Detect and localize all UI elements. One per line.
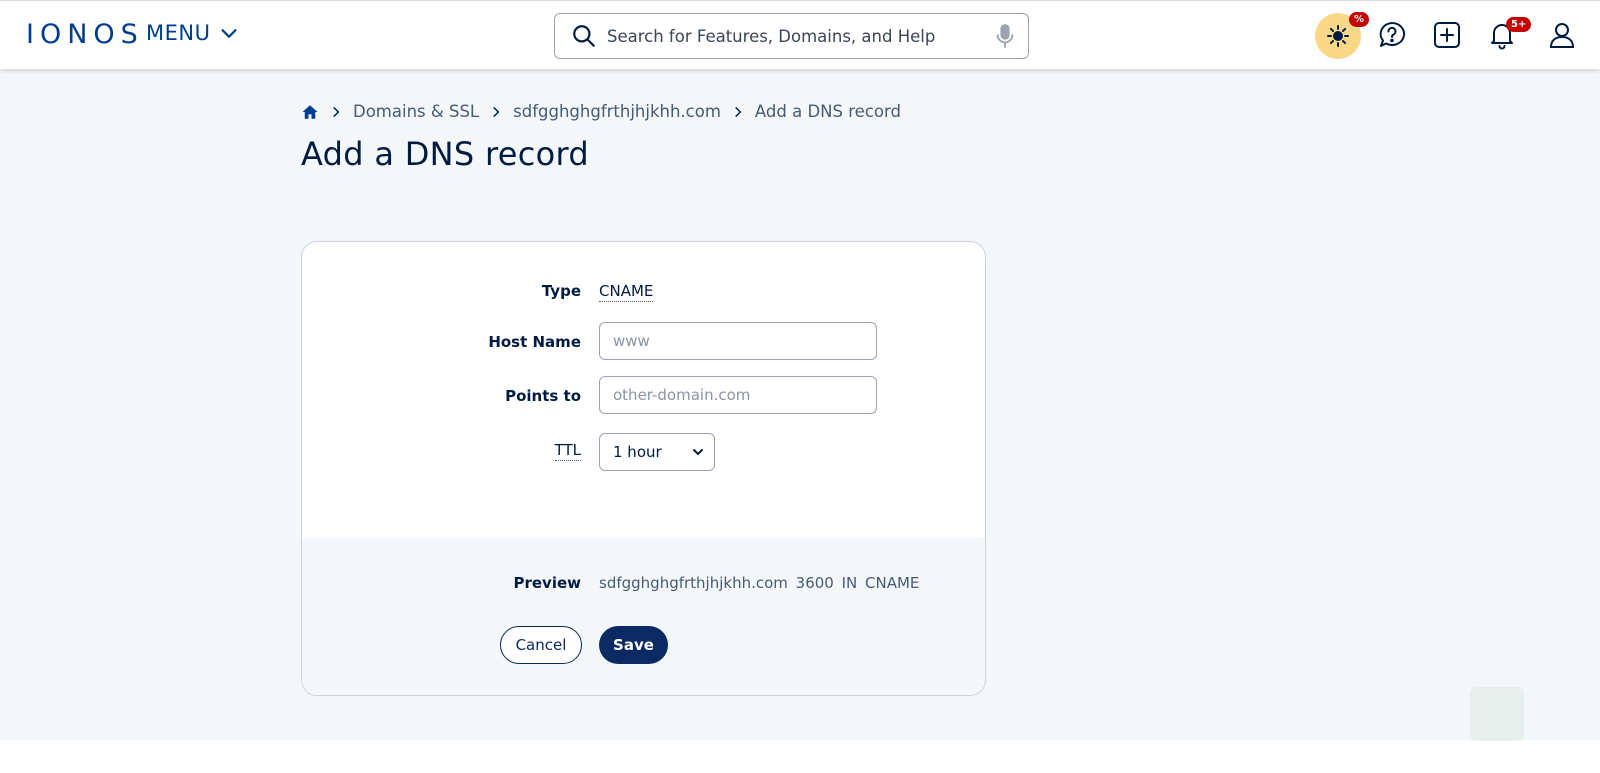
breadcrumb: Domains & SSL sdfgghghgfrthjhjkhh.com Ad… [301,102,901,121]
microphone-icon[interactable] [994,23,1016,49]
notifications-button[interactable]: 5+ [1482,15,1532,55]
preview-value: sdfgghghgfrthjhjkhh.com 3600 IN CNAME [599,574,920,592]
host-name-label: Host Name [488,333,581,351]
promotions-button[interactable]: % [1315,12,1370,59]
ttl-select[interactable]: 1 hour [599,433,715,471]
add-button[interactable] [1427,15,1467,55]
chevron-down-icon [221,29,238,38]
host-name-input[interactable] [599,322,877,360]
breadcrumb-current: Add a DNS record [754,102,901,121]
user-icon [1549,23,1575,48]
type-label: Type [541,282,581,300]
menu-label: MENU [146,21,211,45]
chevron-right-icon [333,106,340,117]
sun-icon [1327,25,1349,47]
home-icon[interactable] [301,103,319,121]
widget-icon [1470,687,1524,741]
chevron-down-icon [693,449,703,456]
save-button[interactable]: Save [599,626,668,664]
search-bar [554,13,1029,59]
notifications-badge: 5+ [1506,17,1532,32]
points-to-input[interactable] [599,376,877,414]
breadcrumb-domain[interactable]: sdfgghghgfrthjhjkhh.com [513,102,721,121]
account-button[interactable] [1542,15,1582,55]
ionos-logo[interactable]: IONOS [26,19,144,50]
main-content: Domains & SSL sdfgghghgfrthjhjkhh.com Ad… [0,69,1600,740]
breadcrumb-domains-ssl[interactable]: Domains & SSL [353,102,479,121]
dns-record-form: Type CNAME Host Name Points to TTL 1 hou… [301,241,986,696]
search-icon[interactable] [571,23,597,49]
cancel-button[interactable]: Cancel [500,626,582,664]
help-button[interactable] [1372,15,1412,55]
help-chat-icon [1379,21,1406,47]
type-value[interactable]: CNAME [599,282,654,302]
search-input[interactable] [597,14,994,58]
preview-label: Preview [513,574,581,592]
ttl-label[interactable]: TTL [554,441,581,461]
plus-square-icon [1434,22,1460,48]
promo-badge: % [1349,12,1370,27]
chevron-right-icon [493,106,500,117]
top-navigation-bar: IONOS MENU % 5+ [0,0,1600,69]
ttl-selected-value: 1 hour [613,443,662,461]
chevron-right-icon [735,106,742,117]
page-title: Add a DNS record [301,135,589,173]
preview-section [302,538,985,695]
menu-button[interactable]: MENU [146,21,240,45]
points-to-label: Points to [505,387,581,405]
